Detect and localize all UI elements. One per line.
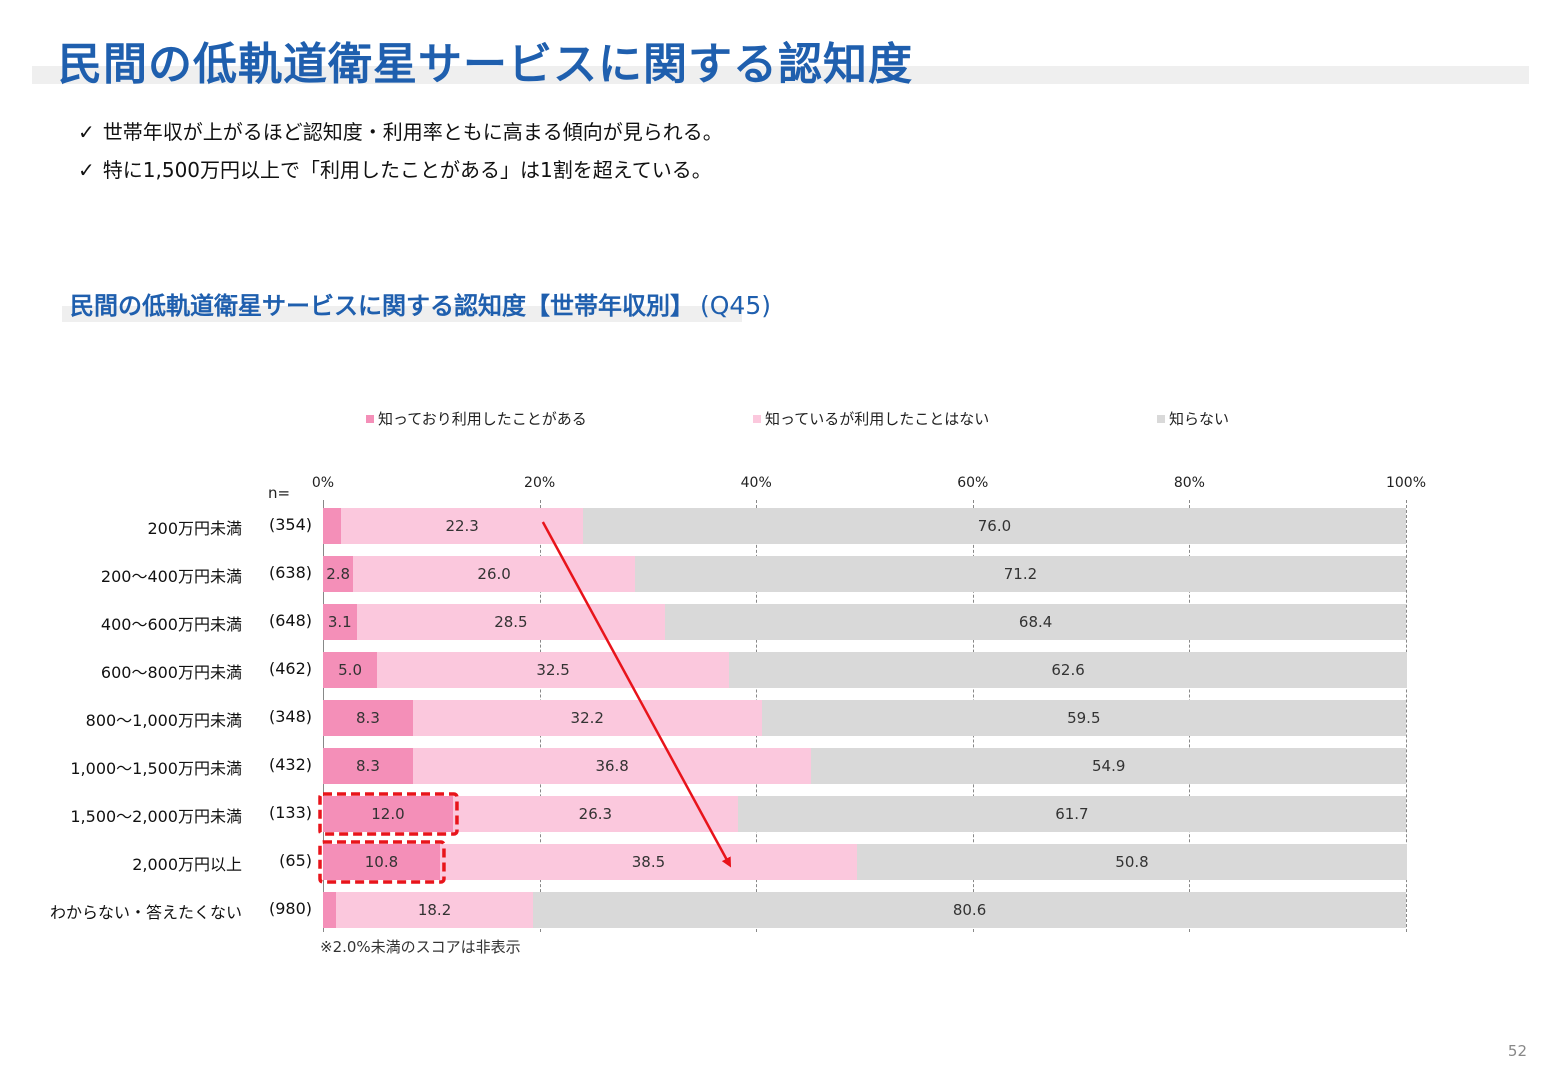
trend-arrow — [541, 521, 732, 868]
page-number: 52 — [1507, 1042, 1527, 1060]
highlight-box — [318, 840, 446, 884]
footnote: ※2.0%未満のスコアは非表示 — [320, 938, 521, 956]
highlight-box — [318, 792, 459, 836]
annotation-overlay — [318, 521, 732, 884]
